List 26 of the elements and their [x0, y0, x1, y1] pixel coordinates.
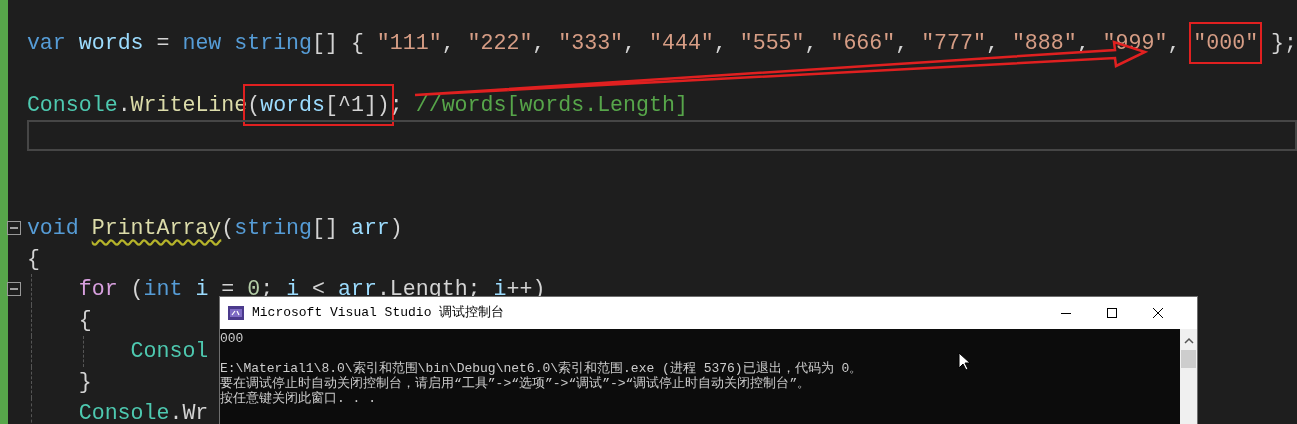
code-text: Console.Wr: [78, 400, 209, 424]
code-text: }: [78, 369, 92, 394]
code-text: ; //words[words.Length]: [389, 92, 688, 117]
close-icon: [1152, 307, 1164, 319]
code-text: Consol: [130, 338, 209, 363]
scrollbar[interactable]: [1180, 329, 1197, 424]
console-app-icon: [228, 306, 244, 320]
console-output: 000: [220, 331, 244, 346]
code-text: void: [26, 215, 80, 240]
scroll-thumb[interactable]: [1181, 350, 1196, 368]
console-output: 要在调试停止时自动关闭控制台，请启用“工具”->“选项”->“调试”->“调试停止时自动关闭控制台”。: [220, 376, 811, 391]
code-text: (string[] arr): [221, 215, 403, 240]
code-text: PrintArray: [91, 215, 222, 240]
code-text: "000": [1193, 31, 1259, 55]
console-output: 按任意键关闭此窗口. . .: [220, 391, 376, 406]
code-text: {: [26, 246, 40, 271]
code-text: {: [78, 308, 92, 333]
collapse-icon[interactable]: [6, 220, 21, 235]
scroll-up-icon[interactable]: [1183, 337, 1194, 345]
window-title: Microsoft Visual Studio 调试控制台: [252, 304, 505, 323]
collapse-icon[interactable]: [6, 282, 21, 297]
code-text: (words[^1]): [247, 92, 390, 117]
code-text: };: [1270, 31, 1297, 55]
maximize-icon: [1106, 307, 1118, 319]
cursor-icon: [958, 352, 972, 372]
console-output: E:\Material1\8.0\索引和范围\bin\Debug\net6.0\索引和范围.exe (进程 5376)已退出，代码为 0。: [220, 361, 863, 376]
